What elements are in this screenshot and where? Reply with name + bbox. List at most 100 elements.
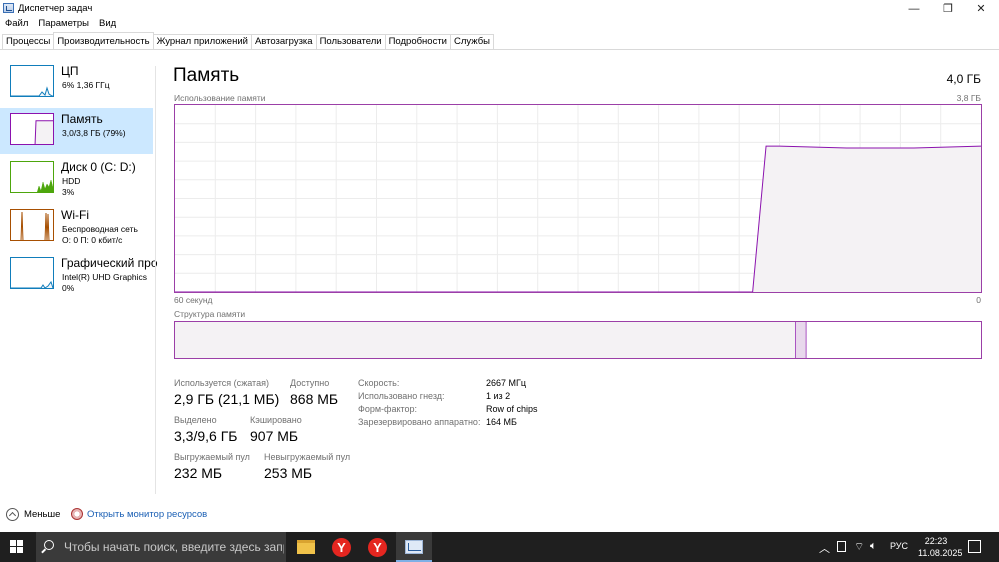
sidebar-wifi-title: Wi-Fi xyxy=(61,208,89,222)
search-placeholder: Чтобы начать поиск, введите здесь запрос xyxy=(64,540,284,554)
taskbar: Чтобы начать поиск, введите здесь запрос… xyxy=(0,532,999,562)
sidebar-disk-type: HDD xyxy=(62,176,81,186)
memory-usage-graph xyxy=(174,104,982,293)
clock-time: 22:23 xyxy=(924,536,948,546)
memory-structure-chart xyxy=(175,322,807,358)
taskbar-file-explorer[interactable] xyxy=(288,532,324,562)
sidebar-cpu-detail: 6% 1,36 ГГц xyxy=(62,80,110,90)
task-manager-icon xyxy=(3,3,14,13)
fewer-details-button[interactable]: Меньше xyxy=(24,509,60,520)
title-bar: Диспетчер задач — ❐ ✕ xyxy=(0,0,999,17)
volume-icon[interactable]: 🔈︎ xyxy=(870,540,877,553)
close-button[interactable]: ✕ xyxy=(964,0,998,17)
cached-value: 907 МБ xyxy=(250,428,299,444)
paged-pool-value: 232 МБ xyxy=(174,465,223,481)
taskbar-yandex-browser-2[interactable]: Y xyxy=(360,532,396,562)
sidebar-gpu-title: Графический про xyxy=(61,256,158,270)
nonpaged-pool-value: 253 МБ xyxy=(264,465,313,481)
gpu-thumbnail-graph xyxy=(10,257,54,289)
hardware-reserved-value: 164 МБ xyxy=(486,417,517,427)
taskbar-search-box[interactable]: Чтобы начать поиск, введите здесь запрос xyxy=(36,532,286,562)
paged-pool-label: Выгружаемый пул xyxy=(174,452,250,462)
resource-sidebar: ЦП 6% 1,36 ГГц Память 3,0/3,8 ГБ (79%) Д… xyxy=(0,60,158,300)
usage-graph-label: Использование памяти xyxy=(174,93,266,103)
network-icon[interactable]: ⌔ xyxy=(854,540,864,554)
tab-processes[interactable]: Процессы xyxy=(2,34,55,49)
search-icon xyxy=(44,540,54,550)
speed-label: Скорость: xyxy=(358,378,400,388)
tab-performance[interactable]: Производительность xyxy=(53,32,154,49)
tab-startup[interactable]: Автозагрузка xyxy=(250,34,317,49)
memory-structure-bar xyxy=(174,321,982,359)
windows-start-icon[interactable] xyxy=(10,540,24,554)
cpu-thumbnail-graph xyxy=(10,65,54,97)
chevron-up-icon[interactable] xyxy=(6,508,19,521)
slots-value: 1 из 2 xyxy=(486,391,511,401)
battery-icon[interactable] xyxy=(837,541,846,552)
notifications-icon[interactable] xyxy=(968,540,981,553)
sidebar-gpu-model: Intel(R) UHD Graphics xyxy=(62,272,148,282)
sidebar-item-wifi[interactable]: Wi-Fi Беспроводная сеть О: 0 П: 0 кбит/с xyxy=(0,204,153,250)
task-manager-icon xyxy=(405,540,423,554)
slots-label: Использовано гнезд: xyxy=(358,391,445,401)
taskbar-yandex-browser-1[interactable]: Y xyxy=(324,532,360,562)
structure-label: Структура памяти xyxy=(174,309,246,319)
disk-thumbnail-graph xyxy=(10,161,54,193)
window-title: Диспетчер задач xyxy=(18,3,93,14)
sidebar-cpu-title: ЦП xyxy=(61,64,79,78)
sidebar-wifi-type: Беспроводная сеть xyxy=(62,224,138,234)
structure-modified-segment xyxy=(795,322,807,358)
speed-value: 2667 МГц xyxy=(486,378,527,388)
taskbar-task-manager[interactable] xyxy=(396,532,432,562)
tab-bar: Процессы Производительность Журнал прило… xyxy=(2,32,494,50)
memory-thumbnail-graph xyxy=(10,113,54,145)
sidebar-disk-usage: 3% xyxy=(62,187,75,197)
language-indicator[interactable]: РУС xyxy=(890,541,908,551)
yandex-browser-icon: Y xyxy=(332,538,351,557)
show-hidden-icons-chevron-icon[interactable]: ︿ xyxy=(819,540,830,556)
in-use-value: 2,9 ГБ (21,1 МБ) xyxy=(174,391,280,407)
menu-file[interactable]: Файл xyxy=(0,17,33,33)
sidebar-wifi-throughput: О: 0 П: 0 кбит/с xyxy=(62,235,123,245)
sidebar-item-gpu[interactable]: Графический про Intel(R) UHD Graphics 0% xyxy=(0,252,158,298)
page-title: Память xyxy=(173,65,240,86)
memory-usage-chart xyxy=(175,105,981,292)
sidebar-item-memory[interactable]: Память 3,0/3,8 ГБ (79%) xyxy=(0,108,153,154)
tab-users[interactable]: Пользователи xyxy=(315,34,386,49)
yandex-browser-icon: Y xyxy=(368,538,387,557)
time-axis-right: 0 xyxy=(976,295,981,305)
clock-date: 11.08.2025 xyxy=(918,548,963,558)
available-value: 868 МБ xyxy=(290,391,339,407)
time-axis-left: 60 секунд xyxy=(174,295,213,305)
committed-value: 3,3/9,6 ГБ xyxy=(174,428,238,444)
total-memory: 4,0 ГБ xyxy=(946,72,981,86)
sidebar-memory-detail: 3,0/3,8 ГБ (79%) xyxy=(62,128,126,138)
form-factor-label: Форм-фактор: xyxy=(358,404,418,414)
maximize-button[interactable]: ❐ xyxy=(931,0,965,17)
sidebar-memory-title: Память xyxy=(61,112,103,126)
hardware-reserved-label: Зарезервировано аппаратно: xyxy=(358,417,481,427)
sidebar-divider xyxy=(155,66,156,494)
tab-app-history[interactable]: Журнал приложений xyxy=(152,34,252,49)
available-label: Доступно xyxy=(290,378,330,388)
in-use-label: Используется (сжатая) xyxy=(174,378,269,388)
sidebar-item-disk[interactable]: Диск 0 (C: D:) HDD 3% xyxy=(0,156,153,202)
clock[interactable]: 22:23 11.08.2025 xyxy=(918,535,963,559)
sidebar-gpu-usage: 0% xyxy=(62,283,75,293)
cached-label: Кэшировано xyxy=(250,415,302,425)
usage-graph-max: 3,8 ГБ xyxy=(956,93,981,103)
minimize-button[interactable]: — xyxy=(897,0,931,17)
tab-details[interactable]: Подробности xyxy=(384,34,451,49)
wifi-thumbnail-graph xyxy=(10,209,54,241)
folder-icon xyxy=(297,540,315,554)
sidebar-item-cpu[interactable]: ЦП 6% 1,36 ГГц xyxy=(0,60,153,106)
structure-in-use-segment xyxy=(175,322,796,358)
open-resource-monitor-link[interactable]: Открыть монитор ресурсов xyxy=(87,509,207,520)
resource-monitor-icon xyxy=(71,508,83,520)
tab-services[interactable]: Службы xyxy=(450,34,494,49)
sidebar-disk-title: Диск 0 (C: D:) xyxy=(61,160,136,174)
menu-options[interactable]: Параметры xyxy=(33,17,94,33)
menu-view[interactable]: Вид xyxy=(94,17,121,33)
menu-bar: Файл Параметры Вид xyxy=(0,17,121,33)
form-factor-value: Row of chips xyxy=(486,404,538,414)
